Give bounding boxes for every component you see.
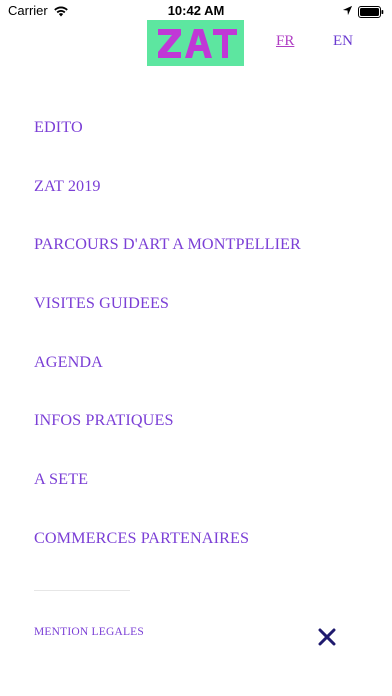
menu-item-zat-2019[interactable]: ZAT 2019	[34, 175, 374, 234]
mentions-legales-link[interactable]: MENTION LEGALES	[34, 626, 144, 638]
lang-fr-link[interactable]: FR	[276, 33, 294, 50]
close-button[interactable]	[317, 627, 337, 647]
status-right	[342, 4, 384, 19]
menu-item-parcours[interactable]: PARCOURS D'ART A MONTPELLIER	[34, 233, 374, 292]
menu-item-agenda[interactable]: AGENDA	[34, 351, 374, 410]
menu-item-infos-pratiques[interactable]: INFOS PRATIQUES	[34, 409, 374, 468]
main-menu: EDITO ZAT 2019 PARCOURS D'ART A MONTPELL…	[34, 116, 374, 586]
menu-item-a-sete[interactable]: A SETE	[34, 468, 374, 527]
zat-logo[interactable]	[147, 20, 244, 66]
divider	[34, 590, 130, 591]
header: FR EN	[0, 20, 392, 70]
battery-icon	[358, 5, 384, 18]
clock: 10:42 AM	[167, 3, 225, 18]
status-bar: Carrier 10:42 AM	[0, 0, 392, 20]
menu-item-visites-guidees[interactable]: VISITES GUIDEES	[34, 292, 374, 351]
menu-item-commerces-partenaires[interactable]: COMMERCES PARTENAIRES	[34, 527, 374, 586]
lang-en-link[interactable]: EN	[333, 33, 353, 50]
location-arrow-icon	[342, 4, 353, 19]
close-icon	[317, 627, 337, 647]
menu-item-edito[interactable]: EDITO	[34, 116, 374, 175]
